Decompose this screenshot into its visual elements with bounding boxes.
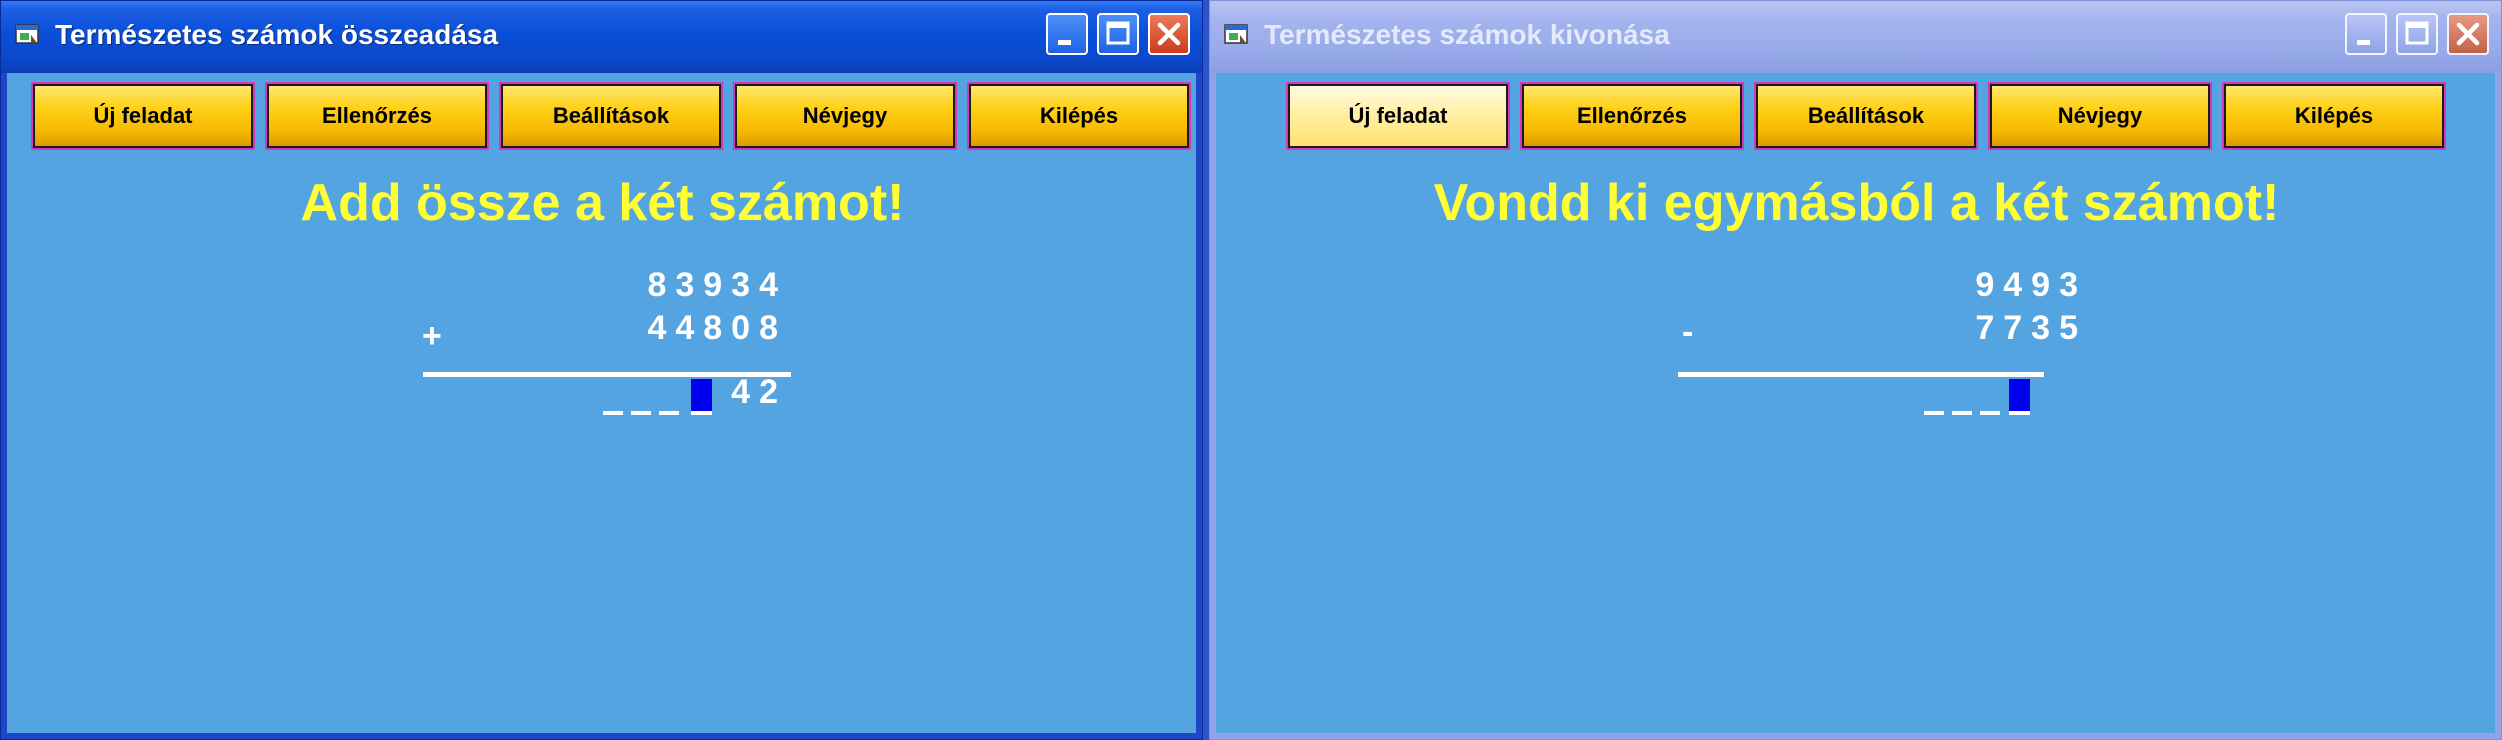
task-heading: Add össze a két számot! [300,174,905,232]
settings-button[interactable]: Beállítások [1754,82,1978,150]
operator-sign: - [1682,313,1694,351]
maximize-icon [1106,21,1130,45]
answer-input-cursor[interactable] [2009,379,2030,415]
task-heading: Vondd ki egymásból a két számot! [1433,174,2280,232]
second-operand: 44808 [647,309,787,347]
about-button[interactable]: Névjegy [733,82,957,150]
minimize-icon [2357,40,2370,45]
close-button[interactable] [2447,13,2489,55]
answer-entered-digits: 42 [731,373,787,411]
answer-digit-slot[interactable] [603,411,623,415]
client-area: Új feladat Ellenőrzés Beállítások Névjeg… [7,73,1196,733]
answer-digit-slot[interactable] [631,411,651,415]
answer-digit-slot[interactable] [1980,411,2000,415]
client-area: Új feladat Ellenőrzés Beállítások Névjeg… [1216,73,2495,733]
minimize-button[interactable] [1046,13,1088,55]
first-operand: 9493 [1975,266,2087,304]
close-button[interactable] [1148,13,1190,55]
first-operand: 83934 [647,266,787,304]
second-operand: 7735 [1975,309,2087,347]
answer-digit-slot[interactable] [659,411,679,415]
title-bar[interactable]: Természetes számok kivonása [1210,1,2501,73]
title-bar[interactable]: Természetes számok összeadása [1,1,1202,73]
new-task-button[interactable]: Új feladat [1286,82,1510,150]
minimize-icon [1058,40,1071,45]
exit-button[interactable]: Kilépés [967,82,1191,150]
window-title: Természetes számok összeadása [55,19,499,50]
addition-window: Természetes számok összeadása Új feladat… [0,0,1203,740]
new-task-button[interactable]: Új feladat [31,82,255,150]
check-button[interactable]: Ellenőrzés [1520,82,1744,150]
answer-digit-slot[interactable] [1952,411,1972,415]
difference-line [1678,372,2044,377]
app-icon[interactable] [15,23,41,47]
maximize-button[interactable] [1097,13,1139,55]
app-icon[interactable] [1224,23,1250,47]
answer-digit-slot[interactable] [1924,411,1944,415]
exit-button[interactable]: Kilépés [2222,82,2446,150]
maximize-icon [2405,21,2429,45]
check-button[interactable]: Ellenőrzés [265,82,489,150]
settings-button[interactable]: Beállítások [499,82,723,150]
operator-sign: + [422,317,442,355]
close-icon [1157,22,1181,46]
minimize-button[interactable] [2345,13,2387,55]
close-icon [2456,22,2480,46]
window-title: Természetes számok kivonása [1264,19,1670,50]
about-button[interactable]: Névjegy [1988,82,2212,150]
maximize-button[interactable] [2396,13,2438,55]
subtraction-window: Természetes számok kivonása Új feladat E… [1209,0,2502,740]
